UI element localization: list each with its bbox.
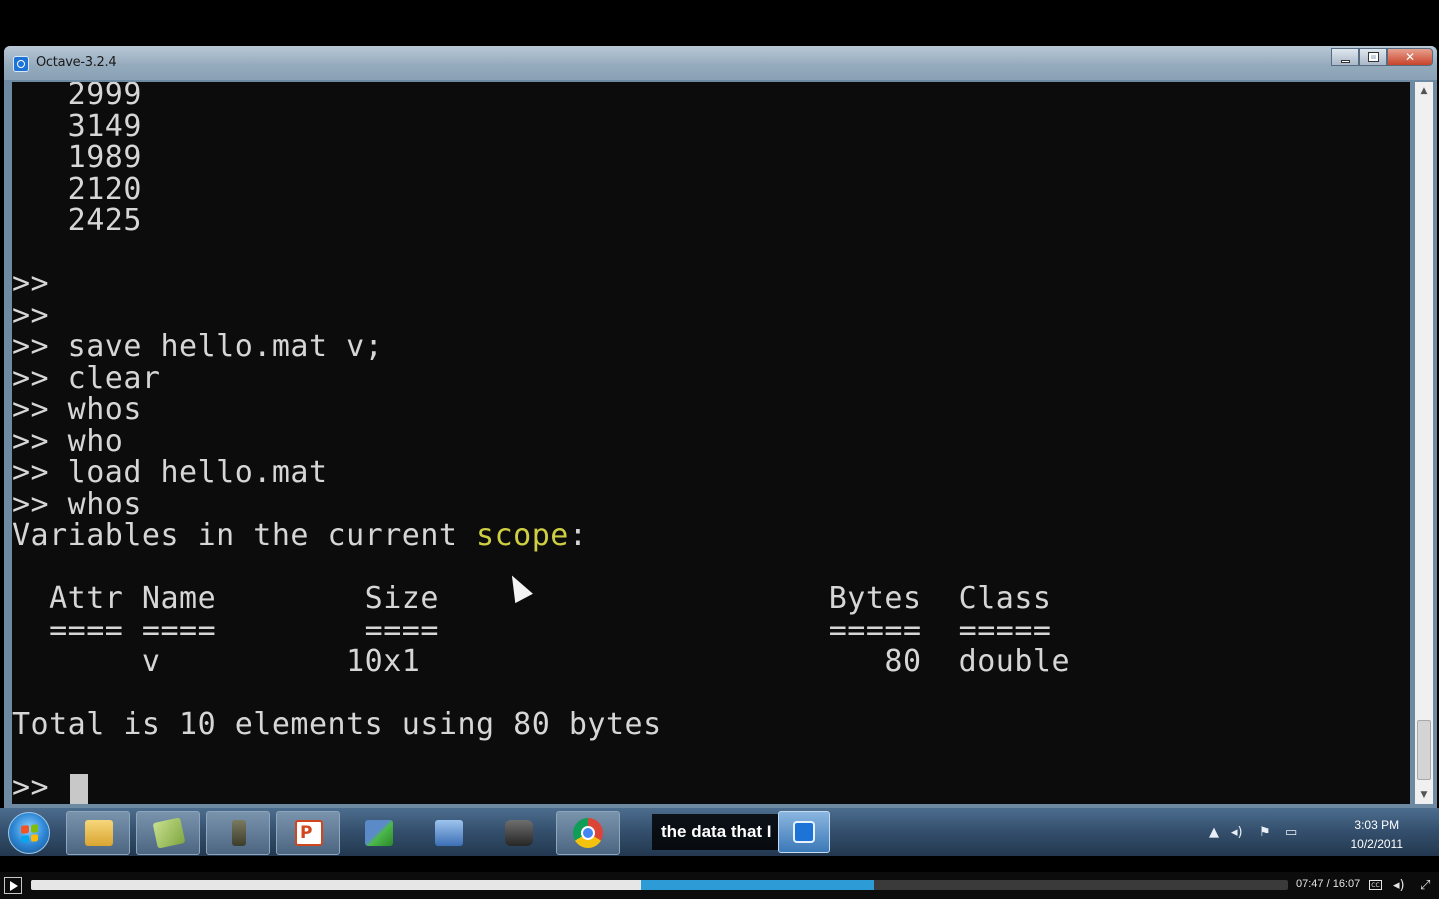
highlighted-word: scope (476, 518, 569, 553)
clock[interactable]: 3:03 PM 10/2/2011 (1351, 816, 1404, 854)
console-line: ==== ==== ==== ===== ===== (12, 612, 1052, 648)
console-line: >> whos (12, 486, 142, 522)
network-icon (365, 820, 393, 846)
taskbar-powerpoint[interactable]: P (276, 811, 340, 855)
vertical-scrollbar[interactable]: ▲ ▼ (1415, 82, 1433, 804)
folder-icon (85, 820, 113, 846)
console-line: Total is 10 elements using 80 bytes (12, 707, 662, 742)
scroll-up-arrow-icon[interactable]: ▲ (1415, 82, 1433, 100)
windows-logo-icon (21, 824, 38, 843)
minimize-button[interactable] (1331, 48, 1359, 66)
remote-connection-icon (435, 820, 463, 846)
console-line: >> save hello.mat v; (12, 329, 384, 364)
clock-time: 3:03 PM (1354, 818, 1400, 832)
notepad-icon (152, 817, 186, 849)
scroll-down-arrow-icon[interactable]: ▼ (1415, 786, 1433, 804)
played-bar (31, 880, 641, 890)
close-button[interactable] (1387, 48, 1433, 66)
tool-icon (232, 820, 246, 846)
title-bar[interactable]: Octave-3.2.4 (4, 46, 1437, 80)
console-line: 3149 (12, 108, 142, 144)
console-line: >> (12, 266, 50, 301)
video-caption: the data that I (652, 814, 784, 850)
show-hidden-icons-arrow-icon[interactable]: ▲ (1209, 825, 1219, 840)
text-cursor (70, 774, 88, 804)
taskbar-tool[interactable] (206, 811, 270, 855)
octave-window: Octave-3.2.4 2999 3149 1989 2120 2425>>>… (4, 46, 1437, 808)
volume-icon[interactable]: ◂) (1231, 825, 1243, 840)
camera-icon (505, 820, 533, 846)
taskbar-connection[interactable] (416, 811, 480, 855)
console-line: 2120 (12, 171, 142, 207)
console-line: >> (12, 770, 68, 804)
taskbar-camera[interactable] (486, 811, 550, 855)
octave-icon (13, 56, 29, 72)
taskbar-octave[interactable] (778, 811, 830, 853)
console-line: >> whos (12, 392, 142, 427)
start-button[interactable] (8, 812, 50, 854)
console-line: v 10x1 80 double (12, 644, 1071, 679)
console-output: 2999 3149 1989 2120 2425 >> >> >> save hell… (12, 82, 1070, 804)
console-line: 2999 (12, 82, 142, 112)
window-controls (1331, 48, 1433, 68)
maximize-button[interactable] (1359, 48, 1387, 66)
chrome-icon (573, 818, 603, 848)
console-area[interactable]: 2999 3149 1989 2120 2425 >> >> >> save hell… (12, 82, 1410, 804)
action-center-flag-icon[interactable]: ⚑ (1259, 825, 1271, 840)
taskbar-notepad[interactable] (136, 811, 200, 855)
console-line: Variables in the current scope: (12, 518, 588, 553)
console-line: Attr Name Size Bytes Class (12, 581, 1052, 616)
window-title: Octave-3.2.4 (36, 55, 117, 70)
taskbar-network[interactable] (346, 811, 410, 855)
console-line: >> who (12, 423, 124, 459)
console-line: >> clear (12, 360, 161, 396)
playback-time: 07:47 / 16:07 (1296, 878, 1361, 890)
play-icon[interactable] (4, 877, 22, 894)
clock-date: 10/2/2011 (1350, 837, 1404, 851)
console-line: >> load hello.mat (12, 455, 328, 490)
video-player-controls: 07:47 / 16:07 CC ◂) ⤢ (0, 872, 1439, 899)
network-tray-icon[interactable]: ▭ (1285, 825, 1297, 840)
console-line: 2425 (12, 203, 142, 238)
seek-bar[interactable] (31, 880, 1288, 890)
fullscreen-icon[interactable]: ⤢ (1420, 878, 1430, 893)
volume-control-icon[interactable]: ◂) (1393, 878, 1405, 893)
powerpoint-icon: P (295, 820, 323, 846)
console-line: >> (12, 297, 50, 333)
console-line: 1989 (12, 140, 142, 175)
scroll-thumb[interactable] (1417, 720, 1431, 780)
system-tray: ▲ ◂) ⚑ ▭ 3:03 PM 10/2/2011 (1209, 808, 1439, 856)
taskbar-chrome[interactable] (556, 811, 620, 855)
taskbar-explorer[interactable] (66, 811, 130, 855)
closed-captions-icon[interactable]: CC (1369, 880, 1382, 890)
